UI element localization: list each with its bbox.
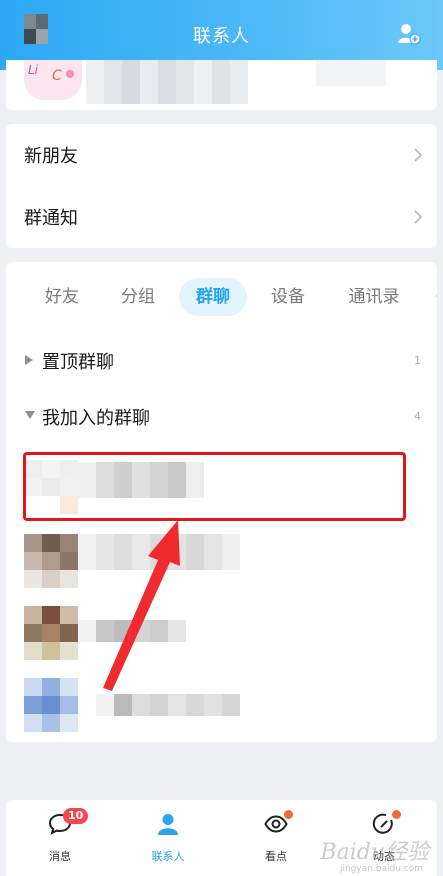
tab-messages[interactable]: 10 消息 xyxy=(30,808,90,868)
unread-badge: 10 xyxy=(63,808,89,824)
notification-dot xyxy=(284,810,293,819)
red-arrow-annotation xyxy=(103,520,180,691)
watermark-url: jingyan.baidu.com xyxy=(339,864,423,874)
tab-contacts-label: 联系人 xyxy=(151,850,185,863)
notification-dot xyxy=(392,810,401,819)
tab-watch-label: 看点 xyxy=(265,850,287,863)
person-icon xyxy=(158,814,178,835)
tab-messages-label: 消息 xyxy=(49,850,71,863)
tab-watch[interactable]: 看点 xyxy=(246,808,306,868)
bottom-tab-bar: 10 消息 联系人 看点 动态 Baidu经验 jingyan.baidu.co… xyxy=(6,800,437,876)
tab-contacts[interactable]: 联系人 xyxy=(138,808,198,868)
watermark: Baidu经验 xyxy=(320,840,429,865)
